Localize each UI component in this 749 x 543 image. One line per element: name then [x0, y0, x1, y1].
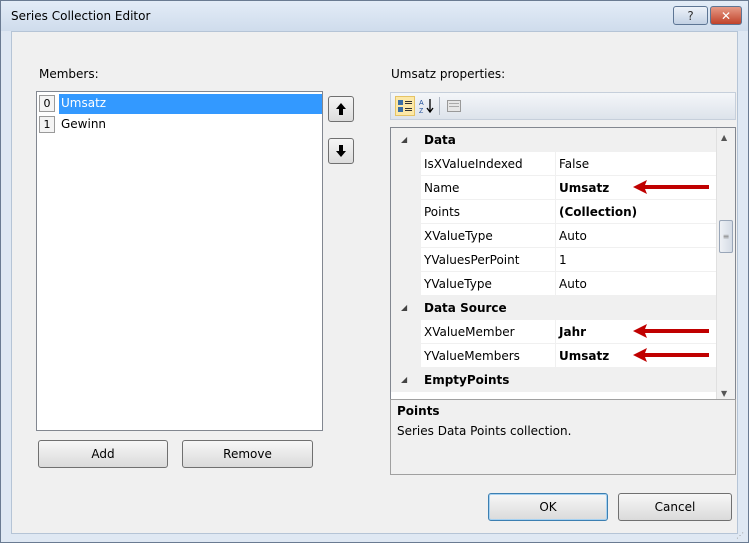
list-item[interactable]: 0 Umsatz — [39, 94, 322, 114]
scroll-thumb[interactable]: ≡ — [719, 220, 733, 253]
list-item[interactable]: 1 Gewinn — [39, 115, 320, 135]
description-text: Series Data Points collection. — [397, 424, 572, 438]
members-list[interactable]: 0 Umsatz 1 Gewinn — [36, 91, 323, 431]
row-gutter — [391, 152, 421, 176]
row-gutter — [391, 200, 421, 224]
property-category[interactable]: ◢ Data — [391, 128, 716, 152]
cancel-button-label: Cancel — [654, 500, 696, 514]
property-row[interactable]: XValueType Auto — [391, 224, 716, 248]
property-value[interactable]: (Collection) — [559, 200, 716, 224]
move-down-button[interactable] — [328, 138, 354, 164]
cancel-button[interactable]: Cancel — [618, 493, 732, 521]
property-name: XValueMember — [421, 320, 556, 344]
property-row[interactable]: IsXValueIndexed False — [391, 152, 716, 176]
property-name: YValueType — [421, 272, 556, 296]
row-gutter — [391, 248, 421, 272]
remove-button[interactable]: Remove — [182, 440, 313, 468]
annotation-arrow-icon — [633, 348, 709, 362]
collapse-icon[interactable]: ◢ — [401, 303, 407, 312]
row-gutter — [391, 272, 421, 296]
category-name: Data Source — [424, 301, 507, 315]
property-row[interactable]: Name Umsatz — [391, 176, 716, 200]
close-button[interactable]: ✕ — [710, 6, 742, 25]
move-up-button[interactable] — [328, 96, 354, 122]
property-row[interactable]: YValuesPerPoint 1 — [391, 248, 716, 272]
property-category[interactable]: ◢ EmptyPoints — [391, 368, 716, 392]
row-gutter — [391, 176, 421, 200]
member-name: Umsatz — [59, 94, 322, 114]
member-index: 1 — [39, 116, 55, 133]
help-button[interactable]: ? — [673, 6, 708, 25]
ok-button[interactable]: OK — [488, 493, 608, 521]
collapse-icon[interactable]: ◢ — [401, 135, 407, 144]
property-name: XValueType — [421, 224, 556, 248]
annotation-arrow-icon — [633, 324, 709, 338]
svg-text:Z: Z — [419, 108, 424, 114]
description-panel: Points Series Data Points collection. — [390, 399, 736, 475]
property-value[interactable]: False — [559, 152, 716, 176]
scroll-down-icon[interactable]: ▼ — [721, 389, 727, 398]
property-value[interactable]: Auto — [559, 272, 716, 296]
property-value[interactable]: Auto — [559, 224, 716, 248]
property-row[interactable]: YValueMembers Umsatz — [391, 344, 716, 368]
property-value[interactable]: 1 — [559, 248, 716, 272]
property-category[interactable]: ◢ Data Source — [391, 296, 716, 320]
property-name: Points — [421, 200, 556, 224]
annotation-arrow-icon — [633, 180, 709, 194]
property-name: YValuesPerPoint — [421, 248, 556, 272]
properties-toolbar: AZ — [390, 92, 736, 120]
row-gutter — [391, 344, 421, 368]
row-gutter — [391, 224, 421, 248]
alphabetical-sort-icon[interactable]: AZ — [417, 96, 437, 116]
members-label: Members: — [39, 67, 99, 81]
property-name: Name — [421, 176, 556, 200]
description-title: Points — [397, 404, 440, 418]
arrow-down-icon — [336, 145, 346, 157]
property-row[interactable]: Points (Collection) — [391, 200, 716, 224]
resize-grip-icon[interactable]: ⋰ — [736, 531, 744, 540]
property-pages-icon[interactable] — [444, 96, 464, 116]
property-grid-scrollbar[interactable]: ▲ ≡ ▼ — [716, 128, 735, 403]
ok-button-label: OK — [539, 500, 557, 514]
category-name: Data — [424, 133, 456, 147]
close-icon: ✕ — [720, 8, 732, 23]
add-button[interactable]: Add — [38, 440, 168, 468]
scroll-up-icon[interactable]: ▲ — [721, 133, 727, 142]
help-icon: ? — [687, 8, 694, 23]
categorized-icon[interactable] — [395, 96, 415, 116]
property-grid[interactable]: ◢ Data IsXValueIndexed False Name Umsatz Point… — [390, 127, 736, 404]
properties-label: Umsatz properties: — [391, 67, 506, 81]
remove-button-label: Remove — [223, 447, 272, 461]
property-row[interactable]: YValueType Auto — [391, 272, 716, 296]
member-name: Gewinn — [61, 117, 107, 131]
add-button-label: Add — [91, 447, 115, 461]
arrow-up-icon — [336, 103, 346, 115]
window-title: Series Collection Editor — [11, 9, 151, 23]
svg-text:A: A — [419, 100, 424, 107]
toolbar-separator — [439, 97, 440, 115]
member-index: 0 — [39, 95, 55, 112]
property-name: YValueMembers — [421, 344, 556, 368]
series-collection-editor-dialog: Series Collection Editor ? ✕ Members: 0 … — [0, 0, 749, 543]
row-gutter — [391, 320, 421, 344]
property-row[interactable]: XValueMember Jahr — [391, 320, 716, 344]
collapse-icon[interactable]: ◢ — [401, 375, 407, 384]
category-name: EmptyPoints — [424, 373, 510, 387]
property-name: IsXValueIndexed — [421, 152, 556, 176]
title-bar: Series Collection Editor ? ✕ — [1, 1, 748, 31]
